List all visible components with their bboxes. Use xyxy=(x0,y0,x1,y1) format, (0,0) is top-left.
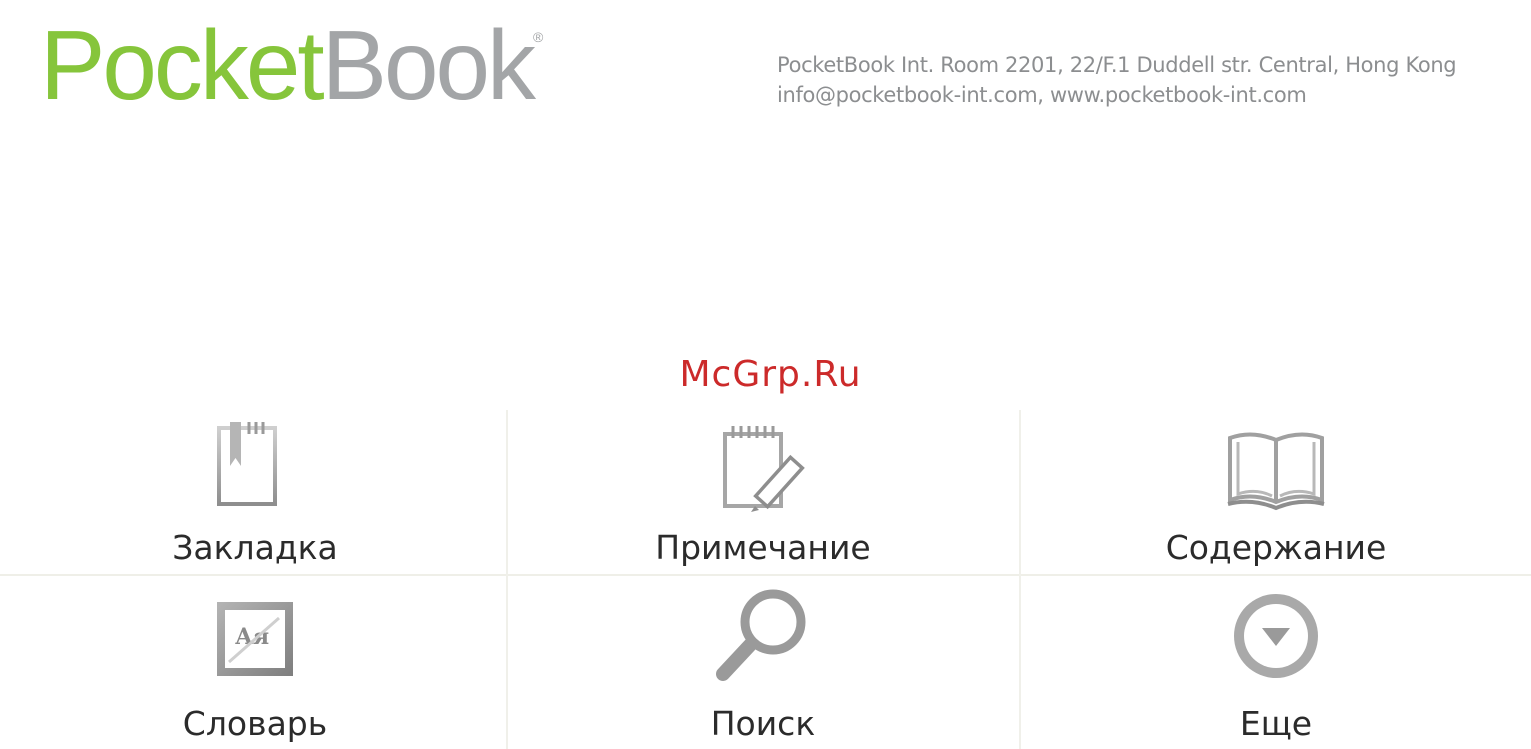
logo-pocket-text: Pocket xyxy=(40,10,325,120)
menu-item-note[interactable]: Примечание xyxy=(508,410,1018,575)
pocketbook-logo: PocketBook® xyxy=(40,16,543,114)
open-book-icon xyxy=(1227,432,1325,511)
logo-registered-mark: ® xyxy=(532,29,544,45)
menu-item-more[interactable]: Еще xyxy=(1021,584,1531,749)
menu-item-label: Закладка xyxy=(172,528,338,567)
svg-text:Ая: Ая xyxy=(235,624,269,650)
reader-menu: Закладка Примечание Содержание Ая Словар… xyxy=(0,410,1531,749)
menu-item-label: Содержание xyxy=(1165,528,1387,567)
menu-item-search[interactable]: Поиск xyxy=(508,584,1018,749)
contact-info: PocketBook Int. Room 2201, 22/F.1 Duddel… xyxy=(777,50,1457,110)
more-down-arrow-icon xyxy=(1234,594,1318,678)
magnifier-icon xyxy=(716,589,806,681)
note-pencil-icon xyxy=(723,426,805,512)
bookmark-icon xyxy=(217,422,277,506)
dictionary-icon: Ая xyxy=(217,602,293,676)
menu-item-bookmark[interactable]: Закладка xyxy=(0,410,510,575)
logo-book-text: Book xyxy=(321,10,536,120)
menu-item-contents[interactable]: Содержание xyxy=(1021,410,1531,575)
menu-item-label: Словарь xyxy=(182,704,328,743)
contact-line: info@pocketbook-int.com, www.pocketbook-… xyxy=(777,83,1307,107)
watermark: McGrp.Ru xyxy=(679,354,862,395)
address-line: PocketBook Int. Room 2201, 22/F.1 Duddel… xyxy=(777,53,1457,77)
menu-item-dictionary[interactable]: Ая Словарь xyxy=(0,584,510,749)
menu-item-label: Еще xyxy=(1239,704,1313,743)
menu-item-label: Примечание xyxy=(655,528,871,567)
menu-item-label: Поиск xyxy=(710,704,816,743)
